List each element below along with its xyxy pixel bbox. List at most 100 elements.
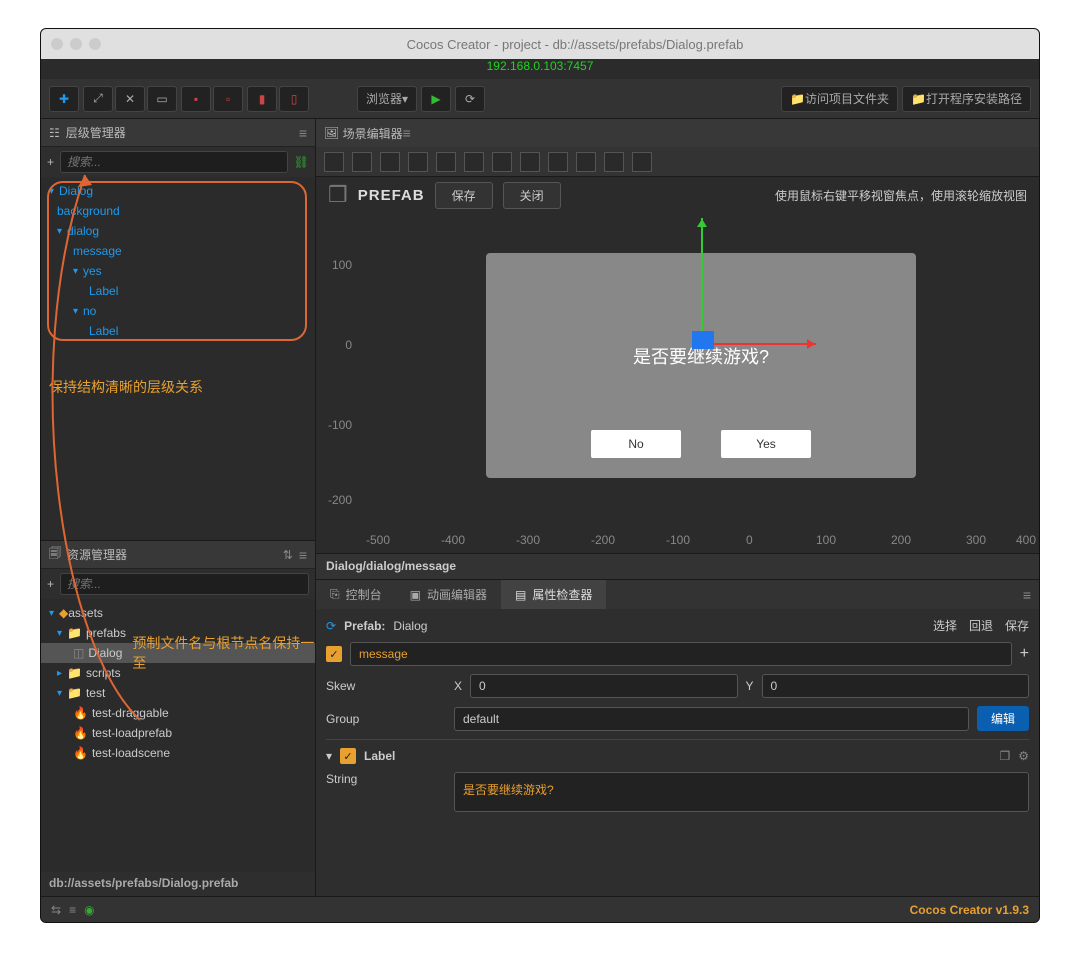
rect-tool[interactable]: ▭ bbox=[147, 86, 177, 112]
prefab-revert-button[interactable]: 回退 bbox=[969, 617, 993, 634]
link-icon[interactable]: ⛓ bbox=[294, 155, 309, 169]
status-db-icon[interactable]: ≡ bbox=[69, 903, 76, 917]
add-button[interactable]: ✚ bbox=[49, 86, 79, 112]
status-sync-icon[interactable]: ⇆ bbox=[51, 903, 61, 917]
open-install-path-button[interactable]: 📁 打开程序安装路径 bbox=[902, 86, 1031, 112]
node-dialog[interactable]: Dialog bbox=[59, 184, 93, 198]
browser-dropdown[interactable]: 浏览器 ▾ bbox=[357, 86, 417, 112]
open-project-folder-button[interactable]: 📁 访问项目文件夹 bbox=[781, 86, 898, 112]
hierarchy-menu-icon[interactable]: ≡ bbox=[299, 125, 307, 141]
align-6[interactable] bbox=[464, 152, 484, 172]
app-window: Cocos Creator - project - db://assets/pr… bbox=[40, 28, 1040, 923]
titlebar: Cocos Creator - project - db://assets/pr… bbox=[41, 29, 1039, 59]
window-title: Cocos Creator - project - db://assets/pr… bbox=[121, 37, 1029, 52]
prefab-name: Dialog bbox=[393, 619, 427, 633]
window-controls bbox=[51, 38, 101, 50]
align-1[interactable] bbox=[324, 152, 344, 172]
add-component-button[interactable]: + bbox=[1020, 645, 1029, 663]
align-2[interactable] bbox=[352, 152, 372, 172]
inspector-panel: ⟳ Prefab: Dialog 选择 回退 保存 ✓ + Skew bbox=[316, 609, 1039, 896]
tabs-menu-icon[interactable]: ≡ bbox=[1023, 587, 1039, 603]
asset-test2[interactable]: test-loadprefab bbox=[92, 726, 172, 740]
prefab-save-button2[interactable]: 保存 bbox=[1005, 617, 1029, 634]
node-background[interactable]: background bbox=[57, 204, 120, 218]
tab-console[interactable]: ⎘控制台 bbox=[316, 580, 396, 609]
asset-scripts[interactable]: scripts bbox=[86, 666, 121, 680]
align-4[interactable] bbox=[408, 152, 428, 172]
play-button[interactable]: ▶ bbox=[421, 86, 451, 112]
align-8[interactable] bbox=[520, 152, 540, 172]
assets-tree[interactable]: ▾◆ assets ▾📁prefabs ◫Dialog预制文件名与根节点名保持一… bbox=[41, 599, 315, 872]
gear-icon[interactable]: ⚙ bbox=[1018, 749, 1029, 763]
align-5[interactable] bbox=[436, 152, 456, 172]
dialog-yes-button[interactable]: Yes bbox=[721, 430, 811, 458]
minimize-icon[interactable] bbox=[70, 38, 82, 50]
section-caret[interactable]: ▾ bbox=[326, 749, 332, 763]
scene-canvas[interactable]: 100 0 -100 -200 是否要继续游戏? No Yes -500-400… bbox=[316, 213, 1039, 553]
status-eye-icon[interactable]: ◉ bbox=[84, 903, 94, 917]
assets-menu-icon[interactable]: ≡ bbox=[299, 547, 307, 563]
refresh-button[interactable]: ⟳ bbox=[455, 86, 485, 112]
group-dropdown[interactable]: default bbox=[454, 707, 969, 731]
asset-prefabs[interactable]: prefabs bbox=[86, 626, 126, 640]
maximize-icon[interactable] bbox=[89, 38, 101, 50]
node-active-checkbox[interactable]: ✓ bbox=[326, 646, 342, 662]
skew-y-input[interactable] bbox=[762, 674, 1029, 698]
prefab-close-button[interactable]: 关闭 bbox=[503, 182, 561, 209]
assets-search-input[interactable] bbox=[60, 573, 309, 595]
asset-dialog-prefab[interactable]: Dialog bbox=[88, 646, 122, 660]
asset-test3[interactable]: test-loadscene bbox=[92, 746, 170, 760]
tool-b[interactable]: ▯ bbox=[279, 86, 309, 112]
node-no-label[interactable]: Label bbox=[89, 324, 118, 338]
label-enabled-checkbox[interactable]: ✓ bbox=[340, 748, 356, 764]
scene-header: 🖼 场景编辑器 ≡ bbox=[316, 119, 1039, 147]
skew-x-input[interactable] bbox=[470, 674, 737, 698]
tool-a[interactable]: ▮ bbox=[247, 86, 277, 112]
version-label: Cocos Creator v1.9.3 bbox=[910, 903, 1029, 917]
node-message[interactable]: message bbox=[73, 244, 122, 258]
assets-icon: 🗐 bbox=[49, 544, 61, 565]
gizmo-origin[interactable] bbox=[692, 331, 714, 349]
anchor-tool[interactable]: ▪ bbox=[181, 86, 211, 112]
dialog-no-button[interactable]: No bbox=[591, 430, 681, 458]
pivot-tool[interactable]: ▫ bbox=[213, 86, 243, 112]
align-3[interactable] bbox=[380, 152, 400, 172]
asset-test[interactable]: test bbox=[86, 686, 105, 700]
align-7[interactable] bbox=[492, 152, 512, 172]
hierarchy-tree[interactable]: ▾Dialog background ▾dialog message ▾yes … bbox=[41, 177, 315, 540]
align-10[interactable] bbox=[576, 152, 596, 172]
hierarchy-annotation: 保持结构清晰的层级关系 bbox=[41, 371, 315, 403]
prefab-select-button[interactable]: 选择 bbox=[933, 617, 957, 634]
asset-root[interactable]: assets bbox=[68, 606, 103, 620]
prefab-link-icon[interactable]: ⟳ bbox=[326, 619, 336, 633]
node-name-input[interactable] bbox=[350, 642, 1012, 666]
tab-animation[interactable]: ▣动画编辑器 bbox=[396, 580, 501, 609]
assets-sort-icon[interactable]: ⇅ bbox=[283, 548, 293, 562]
group-edit-button[interactable]: 编辑 bbox=[977, 706, 1029, 731]
hierarchy-search-input[interactable] bbox=[60, 151, 288, 173]
align-9[interactable] bbox=[548, 152, 568, 172]
scale-tool[interactable]: ✕ bbox=[115, 86, 145, 112]
string-label: String bbox=[326, 772, 446, 786]
string-input[interactable]: 是否要继续游戏? bbox=[454, 772, 1029, 812]
align-12[interactable] bbox=[632, 152, 652, 172]
tab-inspector[interactable]: ▤属性检查器 bbox=[501, 580, 606, 609]
close-icon[interactable] bbox=[51, 38, 63, 50]
align-11[interactable] bbox=[604, 152, 624, 172]
gizmo-x-axis bbox=[701, 343, 816, 345]
prefab-cube-icon: ❒ bbox=[328, 182, 348, 208]
node-yes[interactable]: yes bbox=[83, 264, 102, 278]
label-section-title: Label bbox=[364, 749, 395, 763]
move-tool[interactable]: ⤢ bbox=[83, 86, 113, 112]
node-no[interactable]: no bbox=[83, 304, 96, 318]
help-icon[interactable]: ❐ bbox=[999, 749, 1010, 763]
add-asset-button[interactable]: + bbox=[47, 577, 54, 591]
skew-label: Skew bbox=[326, 679, 446, 693]
scene-menu-icon[interactable]: ≡ bbox=[403, 125, 411, 141]
node-yes-label[interactable]: Label bbox=[89, 284, 118, 298]
prefab-save-button[interactable]: 保存 bbox=[435, 182, 493, 209]
add-node-button[interactable]: + bbox=[47, 155, 54, 169]
asset-test1[interactable]: test-draggable bbox=[92, 706, 169, 720]
node-dialog-inner[interactable]: dialog bbox=[67, 224, 99, 238]
group-label: Group bbox=[326, 712, 446, 726]
